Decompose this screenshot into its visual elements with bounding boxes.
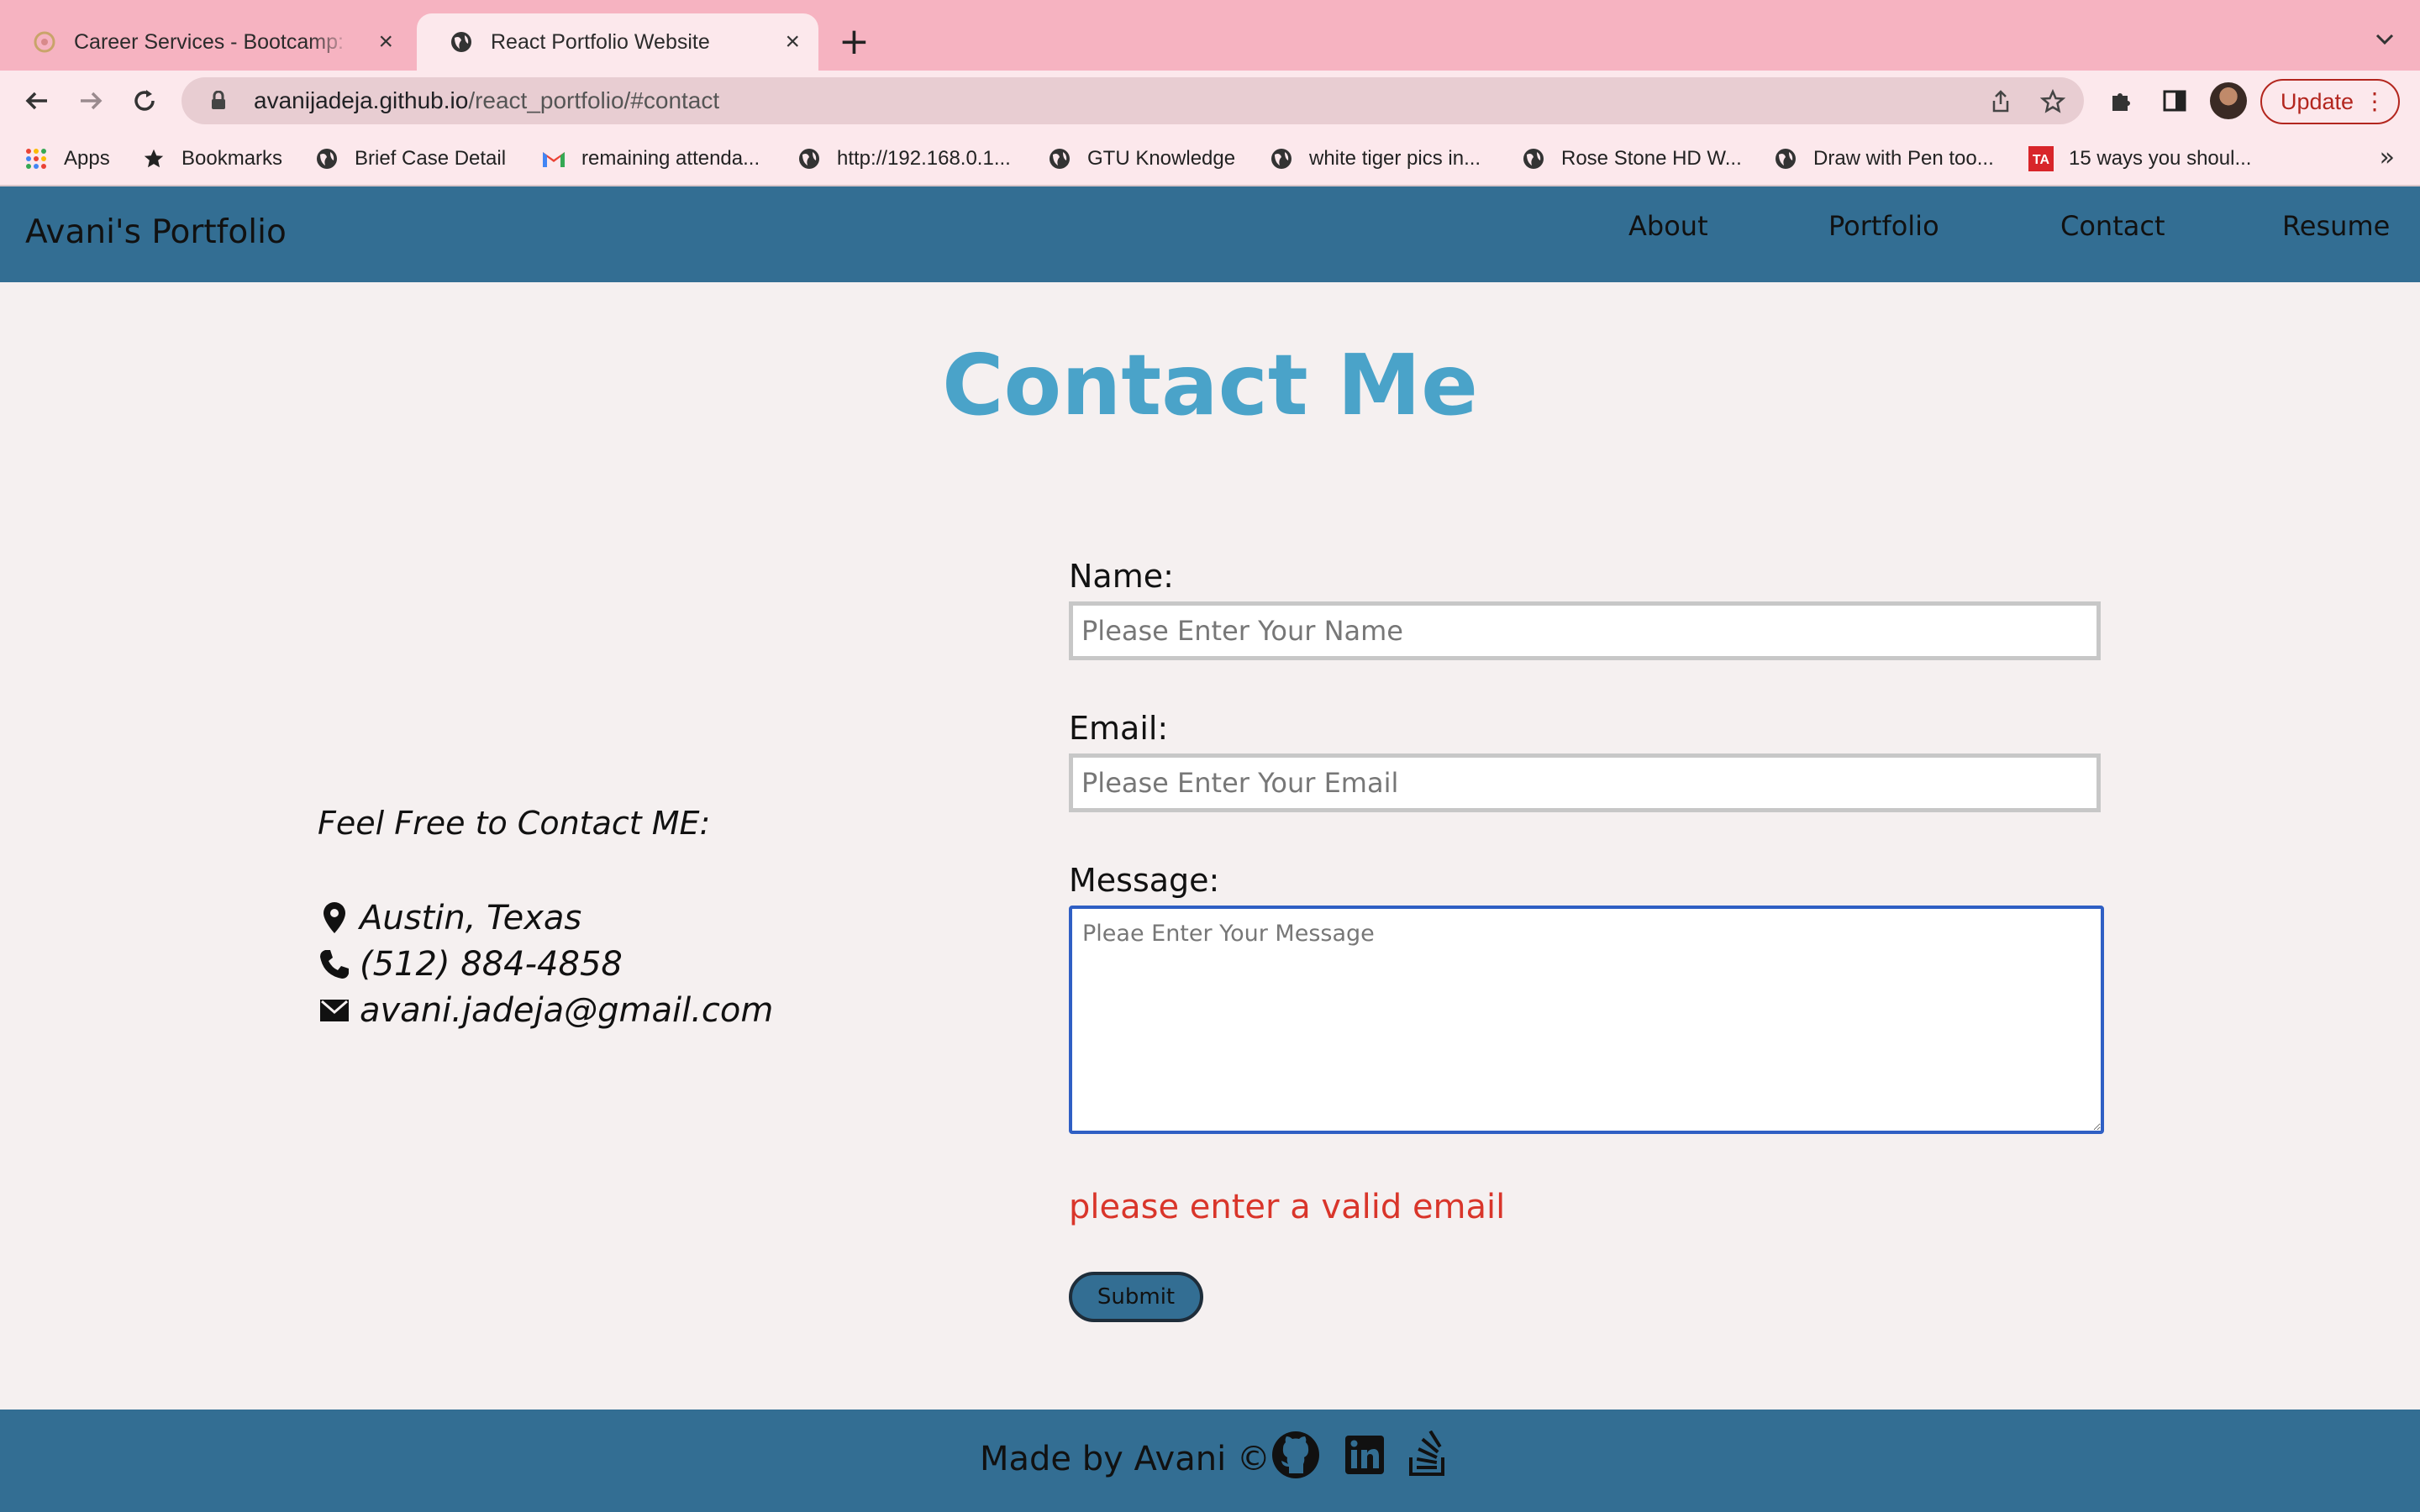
- tab-react-portfolio[interactable]: React Portfolio Website ×: [417, 13, 818, 71]
- bookmark-brief-case-detail[interactable]: Brief Case Detail: [314, 144, 506, 173]
- bookmark-gtu-knowledge[interactable]: GTU Knowledge: [1047, 144, 1235, 173]
- nav-link-portfolio[interactable]: Portfolio: [1828, 210, 1939, 242]
- nav-link-about[interactable]: About: [1628, 210, 1708, 242]
- globe-icon: [314, 146, 339, 171]
- email-text[interactable]: avani.jadeja@gmail.com: [360, 991, 773, 1030]
- globe-icon: [1773, 146, 1798, 171]
- bookmark-white-tiger[interactable]: white tiger pics in...: [1269, 144, 1481, 173]
- bookmark-label: Bookmarks: [182, 147, 283, 170]
- bookmark-label: 15 ways you shoul...: [2069, 147, 2252, 170]
- more-menu-icon[interactable]: ⋮: [2363, 87, 2386, 116]
- apps-grid-icon: [24, 146, 49, 171]
- bookmark-15-ways[interactable]: TA 15 ways you shoul...: [2028, 144, 2251, 173]
- bookmark-label: Rose Stone HD W...: [1561, 147, 1742, 170]
- bookmarks-overflow-button[interactable]: »: [2380, 143, 2395, 172]
- name-input[interactable]: [1069, 601, 2101, 660]
- bookmark-label: remaining attenda...: [581, 147, 760, 170]
- bookmark-remaining-attendance[interactable]: remaining attenda...: [541, 144, 760, 173]
- profile-avatar[interactable]: [2210, 82, 2247, 119]
- submit-button[interactable]: Submit: [1069, 1272, 1203, 1322]
- email-row: avani.jadeja@gmail.com: [318, 991, 773, 1030]
- address-bar[interactable]: avanijadeja.github.io/react_portfolio/#c…: [182, 77, 2084, 124]
- bookmark-rose-stone[interactable]: Rose Stone HD W...: [1521, 144, 1742, 173]
- browser-chrome: Career Services - Bootcamp: U × React Po…: [0, 0, 2420, 186]
- bookmark-star-icon[interactable]: [2039, 87, 2067, 116]
- gmail-icon: [541, 146, 566, 171]
- bookmark-bookmarks[interactable]: Bookmarks: [141, 144, 282, 173]
- made-by-text: Made by Avani ©: [980, 1440, 1270, 1478]
- new-tab-button[interactable]: +: [839, 22, 870, 62]
- github-icon[interactable]: [1269, 1428, 1323, 1482]
- phone-icon: [318, 948, 351, 981]
- globe-icon: [797, 146, 822, 171]
- contact-intro: Feel Free to Contact ME:: [318, 805, 711, 842]
- tab-title: Career Services - Bootcamp: U: [74, 29, 351, 54]
- globe-icon: [1269, 146, 1294, 171]
- bookmarks-bar: Apps Bookmarks Brief Case Detail remaini…: [0, 131, 2420, 186]
- email-input[interactable]: [1069, 753, 2101, 812]
- message-textarea[interactable]: [1069, 906, 2104, 1134]
- location-row: Austin, Texas: [318, 899, 581, 937]
- phone-text: (512) 884-4858: [360, 945, 623, 984]
- site-header: Avani's Portfolio About Portfolio Contac…: [0, 186, 2420, 282]
- bookmark-label: Apps: [64, 147, 110, 170]
- tab-strip: Career Services - Bootcamp: U × React Po…: [0, 0, 2420, 71]
- site-brand[interactable]: Avani's Portfolio: [25, 213, 287, 251]
- lock-icon[interactable]: [203, 91, 234, 111]
- browser-toolbar: avanijadeja.github.io/react_portfolio/#c…: [0, 71, 2420, 131]
- message-label: Message:: [1069, 862, 1220, 899]
- svg-text:TA: TA: [2033, 153, 2050, 167]
- forward-arrow-icon[interactable]: [69, 79, 113, 123]
- tab-title: React Portfolio Website: [491, 29, 710, 54]
- ta-icon: TA: [2028, 146, 2054, 171]
- bookmark-local-ip[interactable]: http://192.168.0.1...: [797, 144, 1011, 173]
- close-tab-icon[interactable]: ×: [785, 28, 800, 56]
- stackoverflow-icon[interactable]: [1402, 1428, 1455, 1482]
- update-button[interactable]: Update ⋮: [2260, 79, 2400, 124]
- back-arrow-icon[interactable]: [15, 79, 59, 123]
- bookmark-draw-with-pen[interactable]: Draw with Pen too...: [1773, 144, 1994, 173]
- map-pin-icon: [318, 901, 351, 935]
- bookmark-label: Draw with Pen too...: [1813, 147, 1994, 170]
- star-icon: [141, 146, 166, 171]
- globe-icon: [1521, 146, 1546, 171]
- nav-link-contact[interactable]: Contact: [2060, 210, 2165, 242]
- nav-link-resume[interactable]: Resume: [2282, 210, 2390, 242]
- reload-icon[interactable]: [123, 79, 166, 123]
- name-label: Name:: [1069, 558, 1174, 595]
- url-host: avanijadeja.github.io: [254, 87, 469, 113]
- url-path: /react_portfolio/#contact: [468, 87, 720, 113]
- share-icon[interactable]: [1986, 87, 2015, 116]
- bookmark-label: Brief Case Detail: [355, 147, 507, 170]
- bookmark-apps[interactable]: Apps: [24, 144, 110, 173]
- globe-icon: [449, 29, 474, 55]
- tab-career-services[interactable]: Career Services - Bootcamp: U ×: [0, 13, 412, 71]
- bookmark-label: white tiger pics in...: [1309, 147, 1481, 170]
- extensions-puzzle-icon[interactable]: [2102, 82, 2139, 119]
- bookmark-label: GTU Knowledge: [1087, 147, 1236, 170]
- career-services-favicon: [32, 29, 57, 55]
- globe-icon: [1047, 146, 1072, 171]
- phone-row: (512) 884-4858: [318, 945, 623, 984]
- linkedin-icon[interactable]: [1338, 1428, 1392, 1482]
- bookmark-label: http://192.168.0.1...: [837, 147, 1011, 170]
- url-text: avanijadeja.github.io/react_portfolio/#c…: [254, 87, 719, 114]
- location-text: Austin, Texas: [360, 899, 582, 937]
- side-panel-icon[interactable]: [2156, 82, 2193, 119]
- email-label: Email:: [1069, 710, 1169, 747]
- envelope-icon: [318, 994, 351, 1027]
- contact-info: Feel Free to Contact ME: Austin, Texas (…: [318, 805, 773, 1030]
- site-footer: Made by Avani ©: [0, 1410, 2420, 1512]
- update-label: Update: [2281, 88, 2354, 114]
- tab-search-icon[interactable]: [2375, 27, 2395, 52]
- close-tab-icon[interactable]: ×: [378, 28, 393, 56]
- validation-error: please enter a valid email: [1069, 1188, 1506, 1226]
- page-title: Contact Me: [942, 336, 1478, 434]
